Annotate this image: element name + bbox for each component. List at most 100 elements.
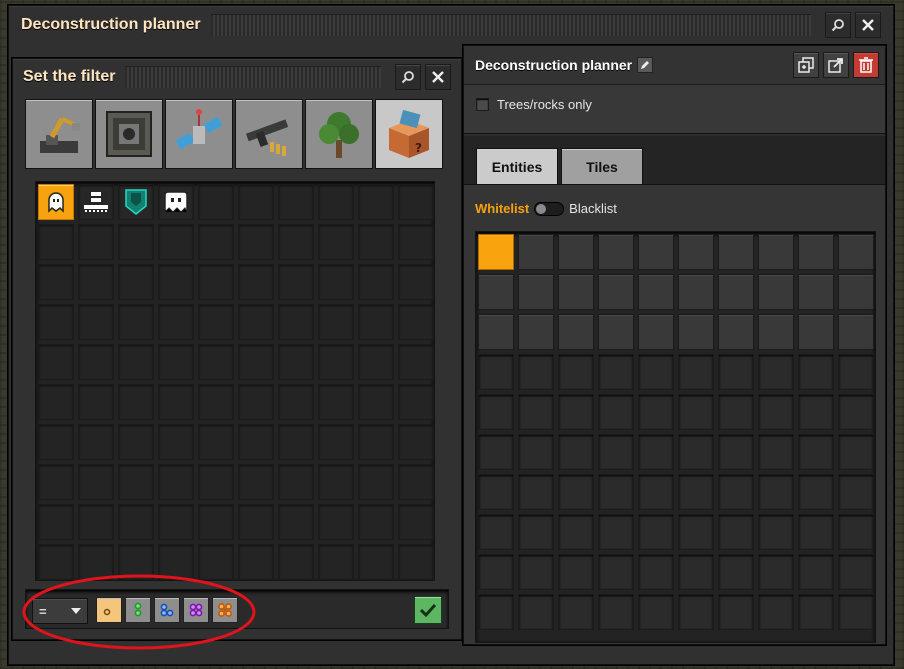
entity-filter-empty-area [638,474,674,510]
filter-item-empty-slot [78,344,114,380]
entity-filter-slot[interactable] [598,274,634,310]
drag-handle[interactable] [210,14,811,36]
entity-filter-slot[interactable] [478,274,514,310]
quality-rare-button[interactable] [154,597,180,623]
item-group-environment[interactable] [305,99,373,169]
entity-filter-slot[interactable] [838,274,874,310]
filter-item-empty-slot [198,544,234,580]
filter-item-empty-slot [358,384,394,420]
entity-filter-slot[interactable] [638,234,674,270]
tab-entities[interactable]: Entities [476,148,558,184]
filter-close-button[interactable] [425,64,451,90]
comparator-dropdown[interactable]: = [32,598,88,624]
tree-icon [319,112,359,158]
filter-item-shield[interactable] [118,184,154,220]
trees-rocks-label: Trees/rocks only [497,97,592,112]
quality-normal-button[interactable] [96,597,122,623]
entity-filter-empty-area [718,594,754,630]
filter-item-empty-slot [358,224,394,260]
entity-filter-empty-area [798,474,834,510]
trees-rocks-checkbox[interactable] [476,98,489,111]
drag-handle[interactable] [125,66,381,88]
entity-filter-slot[interactable] [638,314,674,350]
filter-item-empty-slot [398,464,434,500]
close-icon [432,71,444,83]
entity-filter-slot[interactable] [798,314,834,350]
entity-filter-empty-area [798,434,834,470]
filter-item-empty-slot [78,464,114,500]
blacklist-label[interactable]: Blacklist [569,201,617,216]
entity-filter-slot[interactable] [758,314,794,350]
entity-filter-slot[interactable] [558,234,594,270]
quality-epic-button[interactable] [183,597,209,623]
entity-filter-slot[interactable] [678,314,714,350]
filter-item-empty-slot [278,424,314,460]
delete-button[interactable] [853,52,879,78]
quality-uncommon-button[interactable] [125,597,151,623]
item-group-intermediate-products[interactable] [165,99,233,169]
entity-filter-slot[interactable] [718,274,754,310]
back-search-button[interactable] [825,12,851,38]
entity-filter-slot[interactable] [638,274,674,310]
filter-item-empty-slot [38,224,74,260]
filter-item-item-on-ground[interactable] [78,184,114,220]
entity-filter-empty-area [518,394,554,430]
entity-filter-slot[interactable] [718,314,754,350]
entity-filter-slot[interactable] [838,234,874,270]
ghost-icon [45,191,67,213]
entity-filter-empty-area [518,514,554,550]
entity-filter-empty-area [758,354,794,390]
entity-filter-slot[interactable] [558,314,594,350]
entity-filter-slot[interactable] [558,274,594,310]
entity-filter-slot[interactable] [678,274,714,310]
entity-filter-slot[interactable] [798,274,834,310]
entity-filter-slot[interactable] [758,234,794,270]
entity-filter-slot[interactable] [478,314,514,350]
filter-item-empty-slot [318,424,354,460]
entity-filter-slot[interactable] [678,234,714,270]
mode-switch[interactable] [534,201,565,216]
entity-filter-slot[interactable] [718,234,754,270]
filter-item-entity-ghost[interactable] [38,184,74,220]
entity-filter-empty-area [558,434,594,470]
filter-item-tile-ghost[interactable] [158,184,194,220]
entity-filter-slot[interactable] [838,314,874,350]
item-group-combat[interactable] [235,99,303,169]
filter-item-empty-slot [38,264,74,300]
entity-filter-empty-area [558,394,594,430]
entity-filter-slot[interactable] [518,314,554,350]
rename-button[interactable] [637,57,654,73]
trees-rocks-checkbox-row[interactable]: Trees/rocks only [476,97,592,112]
item-group-production[interactable] [95,99,163,169]
filter-search-button[interactable] [395,64,421,90]
copy-button[interactable] [793,52,819,78]
back-close-button[interactable] [855,12,881,38]
entity-filter-slot[interactable] [798,234,834,270]
whitelist-label[interactable]: Whitelist [475,201,529,216]
filter-window-titlebar[interactable]: Set the filter [13,59,461,95]
filter-item-empty-slot [398,424,434,460]
filter-item-empty-slot [78,424,114,460]
item-group-other[interactable]: ? [375,99,443,169]
filter-item-empty-slot [38,424,74,460]
entity-filter-slot[interactable] [518,234,554,270]
entity-filter-empty-area [678,554,714,590]
entity-filter-slot[interactable] [478,234,514,270]
entity-filter-slot[interactable] [518,274,554,310]
filter-item-empty-slot [398,344,434,380]
tab-tiles[interactable]: Tiles [561,148,643,184]
confirm-button[interactable] [414,596,442,624]
export-button[interactable] [823,52,849,78]
entity-filter-empty-area [838,594,874,630]
entity-filter-slot[interactable] [758,274,794,310]
item-group-logistics[interactable] [25,99,93,169]
filter-item-empty-slot [318,544,354,580]
entity-filter-slot[interactable] [598,314,634,350]
entity-filter-slot[interactable] [598,234,634,270]
filter-item-empty-slot [358,504,394,540]
unknown-box-icon: ? [389,109,429,158]
back-window-titlebar[interactable]: Deconstruction planner [9,6,893,44]
entity-filter-empty-area [758,474,794,510]
chevron-down-icon [71,608,81,614]
quality-legendary-button[interactable] [212,597,238,623]
